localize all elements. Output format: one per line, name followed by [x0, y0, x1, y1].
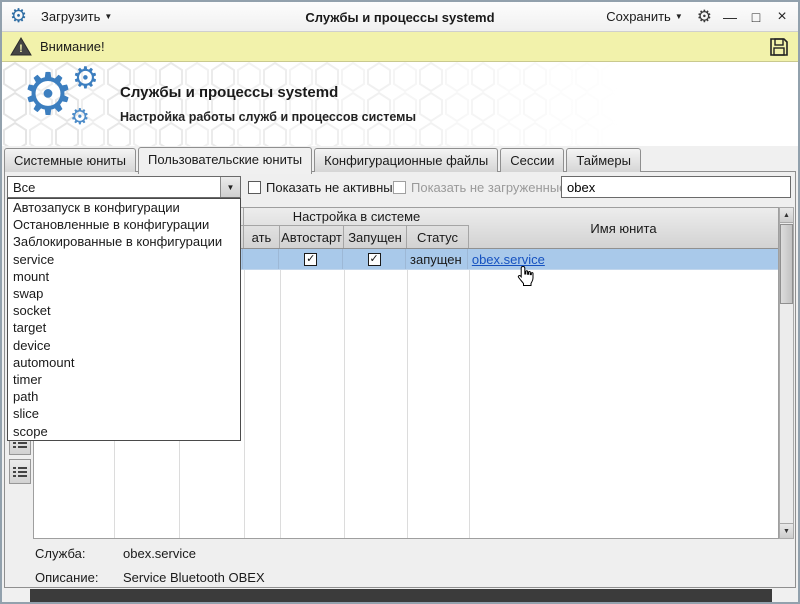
app-gears-icon: ⚙ [72, 64, 99, 94]
dropdown-item[interactable]: Автозапуск в конфигурации [8, 199, 240, 216]
gridline [244, 270, 245, 538]
load-menu-label: Загрузить [41, 9, 100, 24]
tab-config-files[interactable]: Конфигурационные файлы [314, 148, 498, 172]
service-value: obex.service [123, 546, 196, 561]
description-detail-row: Описание: Service Bluetooth OBEX [35, 570, 265, 585]
dropdown-item[interactable]: mount [8, 268, 240, 285]
maximize-button[interactable]: □ [748, 10, 764, 24]
app-window: ⚙ Загрузить ▼ Службы и процессы systemd … [0, 0, 800, 604]
dropdown-item[interactable]: slice [8, 405, 240, 422]
hand-cursor-icon [517, 265, 535, 290]
combobox-value: Все [8, 180, 220, 195]
save-menu-label: Сохранить [606, 9, 671, 24]
show-unloaded-checkbox: Показать не загруженные [393, 176, 566, 198]
scrollbar-thumb[interactable] [780, 224, 793, 304]
chevron-down-icon: ▼ [227, 183, 235, 192]
tab-user-units[interactable]: Пользовательские юниты [138, 147, 312, 174]
load-menu-button[interactable]: Загрузить ▼ [37, 7, 116, 26]
horizontal-scrollbar[interactable] [30, 589, 772, 602]
gridline [344, 270, 345, 538]
dropdown-item[interactable]: scope [8, 423, 240, 440]
titlebar-left: ⚙ Загрузить ▼ [10, 7, 116, 26]
chevron-down-icon: ▼ [675, 12, 683, 21]
vertical-scrollbar[interactable]: ▲ ▼ [779, 207, 794, 539]
app-header: ⚙ ⚙ ⚙ Службы и процессы systemd Настройк… [2, 62, 798, 146]
service-label: Служба: [35, 546, 123, 561]
scroll-down-button[interactable]: ▼ [780, 523, 793, 538]
dropdown-item[interactable]: target [8, 319, 240, 336]
dropdown-item[interactable]: service [8, 251, 240, 268]
group-header-system: Настройка в системе [244, 208, 469, 226]
gridline [280, 270, 281, 538]
hexagon-fade [2, 62, 798, 146]
gridline [469, 270, 470, 538]
warning-triangle-icon: ! [10, 37, 32, 56]
tab-system-units[interactable]: Системные юниты [4, 148, 136, 172]
unit-type-combobox[interactable]: Все ▼ [7, 176, 241, 198]
running-checkbox-checked[interactable]: ✓ [368, 253, 381, 266]
dropdown-item[interactable]: Остановленные в конфигурации [8, 216, 240, 233]
app-gears-icon: ⚙ [70, 106, 90, 128]
tab-content: Все ▼ Показать не активные Показать не з… [4, 171, 796, 588]
checkbox-label: Показать не активные [266, 180, 400, 195]
dropdown-item[interactable]: swap [8, 285, 240, 302]
chevron-down-icon: ▼ [104, 12, 112, 21]
cell-unit-name: obex.service [468, 249, 778, 269]
column-header-partial[interactable]: ать [244, 226, 280, 248]
page-subtitle: Настройка работы служб и процессов систе… [120, 110, 416, 124]
dropdown-item[interactable]: automount [8, 354, 240, 371]
titlebar-right: Сохранить ▼ ⚙ — □ × [602, 7, 790, 26]
cell-status: запущен [406, 249, 468, 269]
warning-bar: ! Внимание! [2, 32, 798, 62]
cell-running: ✓ [343, 249, 406, 269]
column-header-autostart[interactable]: Автостарт [280, 226, 344, 248]
cell-autostart: ✓ [279, 249, 343, 269]
tab-sessions[interactable]: Сессии [500, 148, 564, 172]
scroll-down-icon: ▼ [783, 528, 790, 535]
svg-text:!: ! [19, 43, 23, 55]
autostart-checkbox-checked[interactable]: ✓ [304, 253, 317, 266]
dropdown-item[interactable]: device [8, 337, 240, 354]
gridline [407, 270, 408, 538]
column-header-unit-name[interactable]: Имя юнита [469, 208, 778, 249]
tab-bar: Системные юниты Пользовательские юниты К… [4, 146, 643, 172]
column-header-running[interactable]: Запущен [344, 226, 407, 248]
save-menu-button[interactable]: Сохранить ▼ [602, 7, 687, 26]
warning-text: Внимание! [40, 39, 105, 54]
dropdown-item[interactable]: Заблокированные в конфигурации [8, 233, 240, 250]
column-header-status[interactable]: Статус [407, 226, 469, 248]
minimize-button[interactable]: — [722, 10, 738, 24]
app-gear-icon: ⚙ [10, 7, 27, 26]
combobox-arrow-button[interactable]: ▼ [220, 177, 240, 197]
tab-timers[interactable]: Таймеры [566, 148, 641, 172]
unit-search-input[interactable] [561, 176, 791, 198]
app-gears-icon: ⚙ [22, 66, 74, 124]
checkbox-label: Показать не загруженные [411, 180, 566, 195]
service-detail-row: Служба: obex.service [35, 546, 196, 561]
dropdown-item[interactable]: timer [8, 371, 240, 388]
checkbox-box [393, 181, 406, 194]
scroll-up-icon: ▲ [783, 212, 790, 219]
unit-type-dropdown: Автозапуск в конфигурации Остановленные … [7, 198, 241, 441]
description-value: Service Bluetooth OBEX [123, 570, 265, 585]
detail-list-button[interactable] [9, 459, 31, 484]
show-inactive-checkbox[interactable]: Показать не активные [248, 176, 400, 198]
checkbox-box[interactable] [248, 181, 261, 194]
dropdown-item[interactable]: path [8, 388, 240, 405]
scroll-up-button[interactable]: ▲ [780, 208, 793, 223]
cell-empty [243, 249, 279, 269]
page-title: Службы и процессы systemd [120, 84, 338, 101]
settings-gear-icon[interactable]: ⚙ [697, 8, 712, 25]
titlebar: ⚙ Загрузить ▼ Службы и процессы systemd … [2, 2, 798, 32]
save-file-icon[interactable] [768, 36, 790, 58]
list-icon [13, 466, 27, 478]
description-label: Описание: [35, 570, 123, 585]
dropdown-item[interactable]: socket [8, 302, 240, 319]
close-button[interactable]: × [774, 9, 790, 25]
